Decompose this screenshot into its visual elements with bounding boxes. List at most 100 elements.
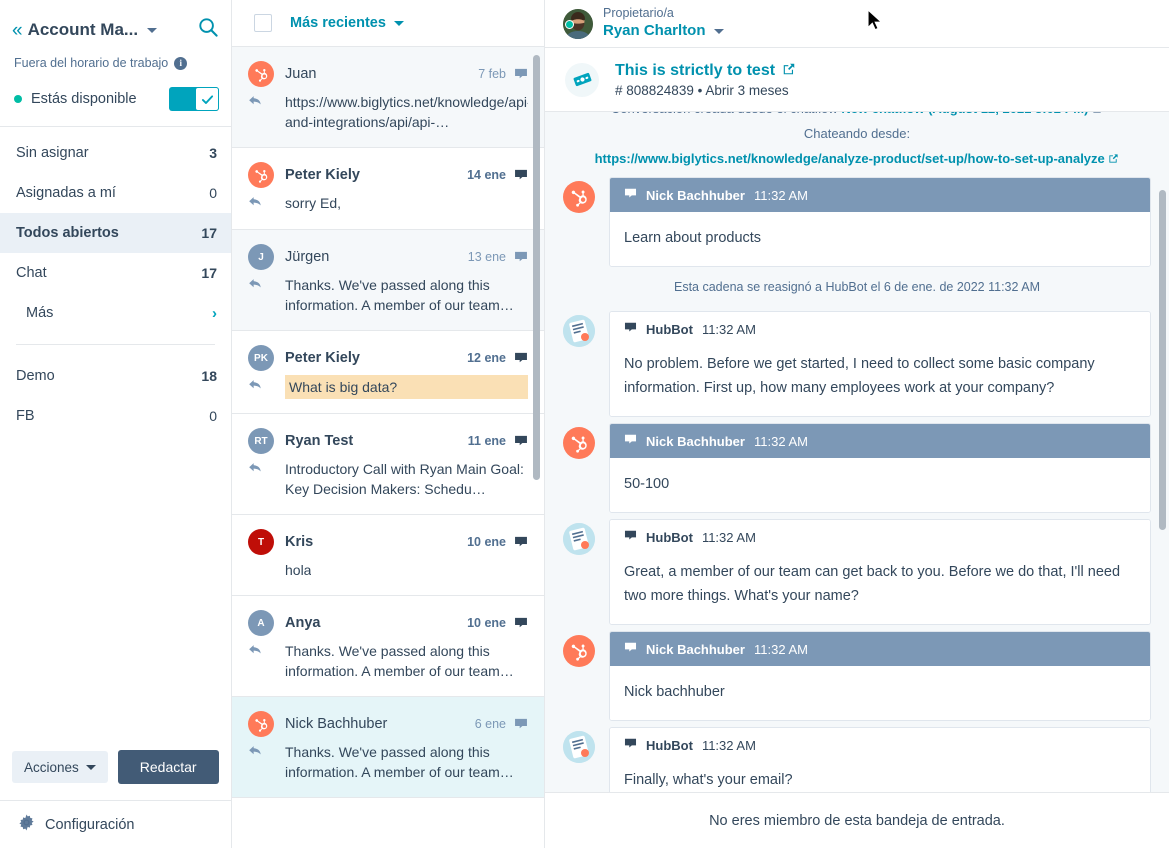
list-item-preview: Thanks. We've passed along this informat… [285,277,514,313]
list-item-header: T Kris 10 ene [248,529,528,555]
ticket-title-row[interactable]: This is strictly to test [615,62,796,81]
message-card: HubBot 11:32 AM No problem. Before we ge… [609,311,1151,417]
search-icon[interactable] [198,17,219,43]
list-item[interactable]: J Jürgen 13 ene Thanks. We've passed alo… [232,230,544,331]
list-item[interactable]: A Anya 10 ene Thanks. We've passed along… [232,596,544,697]
chat-bubble-icon [624,737,637,753]
list-item-header: RT Ryan Test 11 ene [248,428,528,454]
message-author: HubBot [646,321,693,337]
external-link-icon[interactable] [782,62,796,81]
list-item-name: Peter Kiely [285,167,360,183]
sidebar-item-label: Chat [16,265,47,281]
reply-arrow-icon [248,275,274,315]
sidebar-section-divider [16,344,215,345]
sidebar-item-more[interactable]: Más › [0,293,231,333]
list-item[interactable]: T Kris 10 ene hola [232,515,544,596]
chat-bubble-icon [514,67,528,81]
sidebar-inbox-title[interactable]: Account Ma... [28,20,139,40]
chatflow-link[interactable]: New chatflow (August 12, 2021 3:02 PM) [841,112,1088,116]
list-item[interactable]: Juan 7 feb https://www.biglytics.net/kno… [232,47,544,148]
message-time: 11:32 AM [701,529,756,545]
sidebar-header: « Account Ma... Fuera del horario de tra… [0,0,231,122]
reply-arrow-icon [248,459,274,499]
message-author: HubBot [646,737,693,753]
chat-bubble-icon [514,250,528,264]
sidebar-item-fb[interactable]: FB 0 [0,396,231,436]
avatar [563,523,595,555]
settings-link[interactable]: Configuración [0,800,231,848]
sidebar-item-label: Todos abiertos [16,225,119,241]
chatting-from-url[interactable]: https://www.biglytics.net/knowledge/anal… [595,151,1105,166]
list-item-body: https://www.biglytics.net/knowledge/api-… [248,92,528,132]
message-header: HubBot 11:32 AM [610,728,1150,762]
message-header: Nick Bachhuber 11:32 AM [610,178,1150,212]
chevron-down-icon [713,28,724,34]
list-item-body: Thanks. We've passed along this informat… [248,275,528,315]
list-item[interactable]: PK Peter Kiely 12 ene What is big data? [232,331,544,414]
list-item-name: Juan [285,66,317,82]
ticket-header: This is strictly to test # 808824839 • A… [545,48,1169,112]
reply-arrow-icon [248,376,274,398]
compose-button[interactable]: Redactar [117,750,219,784]
ticket-meta: # 808824839 • Abrir 3 meses [615,82,789,98]
message-text: Learn about products [610,212,1150,266]
sidebar-item-unassigned[interactable]: Sin asignar 3 [0,133,231,173]
created-prefix: Conversación creada desde el chatflow [611,112,842,116]
owner-selector[interactable]: Ryan Charlton [603,22,724,41]
sort-dropdown[interactable]: Más recientes [290,15,404,31]
availability-toggle[interactable] [169,87,219,111]
chat-bubble-icon [514,168,528,182]
message-text: 50-100 [610,458,1150,512]
conversation-list-header: Más recientes [232,0,544,47]
message-author: HubBot [646,529,693,545]
conversation-list-scrollbar[interactable] [533,55,540,480]
list-item-date: 13 ene [467,250,506,264]
online-status-dot [565,20,574,29]
list-item[interactable]: Peter Kiely 14 ene sorry Ed, [232,148,544,230]
message-card: Nick Bachhuber 11:32 AM 50-100 [609,423,1151,513]
external-link-icon[interactable] [1108,151,1119,166]
list-item[interactable]: Nick Bachhuber 6 ene Thanks. We've passe… [232,697,544,798]
avatar [563,731,595,763]
chat-bubble-icon [624,187,637,203]
thread-scroll-area[interactable]: Conversación creada desde el chatflow Ne… [545,112,1169,792]
message: HubBot 11:32 AM No problem. Before we ge… [563,311,1151,417]
chat-bubble-icon [514,434,528,448]
list-item-name: Peter Kiely [285,350,360,366]
sidebar-item-demo[interactable]: Demo 18 [0,356,231,396]
avatar [248,711,274,737]
chat-bubble-icon [624,529,637,545]
external-link-icon[interactable] [1092,112,1103,116]
reassign-note: Esta cadena se reasignó a HubBot el 6 de… [673,280,1040,294]
actions-button[interactable]: Acciones [12,751,108,783]
chat-bubble-icon [514,351,528,365]
list-item-body: hola [248,560,528,580]
chevron-double-left-icon[interactable]: « [12,21,22,40]
list-item-header: J Jürgen 13 ene [248,244,528,270]
avatar: PK [248,345,274,371]
inbox-membership-notice: No eres miembro de esta bandeja de entra… [545,792,1169,848]
sidebar-item-count: 0 [209,185,217,201]
sidebar-item-assigned-to-me[interactable]: Asignadas a mí 0 [0,173,231,213]
select-all-checkbox[interactable] [254,14,272,32]
chat-bubble-icon [514,616,528,630]
sidebar-item-count: 17 [201,225,217,241]
sidebar-item-chat[interactable]: Chat 17 [0,253,231,293]
message-header: HubBot 11:32 AM [610,520,1150,554]
sidebar-title-row: « Account Ma... [12,10,219,50]
list-item-date: 12 ene [467,351,506,365]
message-card: Nick Bachhuber 11:32 AM Nick bachhuber [609,631,1151,721]
thread-scrollbar[interactable] [1159,190,1166,530]
ticket-icon [565,62,599,97]
list-item-body: What is big data? [248,375,528,399]
sort-label: Más recientes [290,15,386,31]
message-author: Nick Bachhuber [646,187,745,203]
chevron-down-icon[interactable] [147,27,158,33]
conversation-list-body[interactable]: Juan 7 feb https://www.biglytics.net/kno… [232,47,544,848]
reply-arrow-icon [248,641,274,681]
list-item[interactable]: RT Ryan Test 11 ene Introductory Call wi… [232,414,544,515]
message-time: 11:32 AM [701,737,756,753]
sidebar-item-all-open[interactable]: Todos abiertos 17 [0,213,231,253]
info-icon[interactable]: i [174,56,188,70]
chat-bubble-icon [624,641,637,657]
